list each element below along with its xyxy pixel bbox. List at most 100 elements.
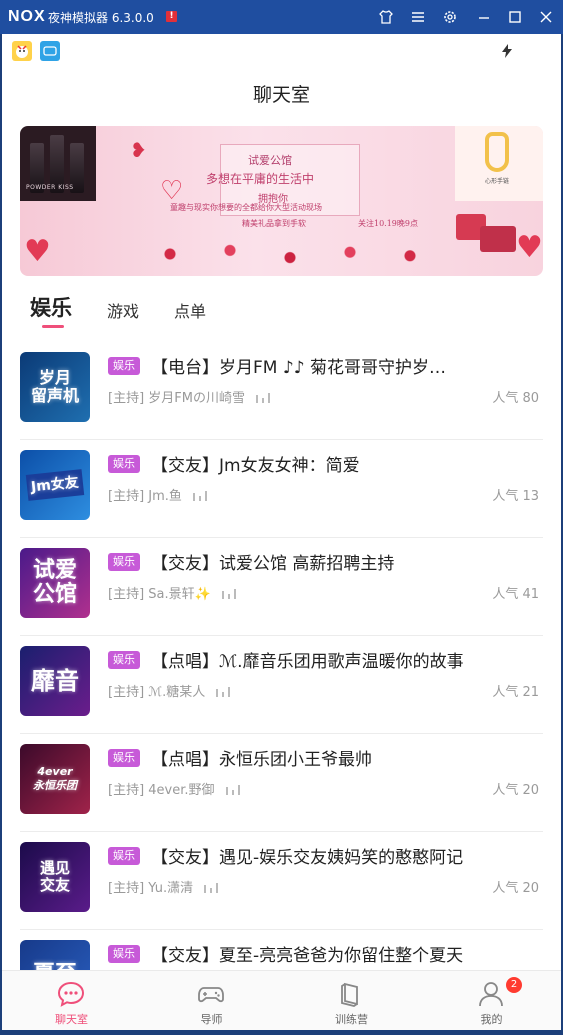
nox-logo: NOX <box>8 8 46 25</box>
maximize-icon[interactable] <box>505 7 525 27</box>
room-cover-image: 遇见 交友 <box>20 842 90 912</box>
room-item[interactable]: 试爱 公馆 娱乐 【交友】试爱公馆 高薪招聘主持 [主持] Sa.景轩✨ 人气 … <box>2 538 561 636</box>
book-icon <box>336 979 366 1009</box>
room-tag: 娱乐 <box>108 357 140 375</box>
signal-bars-icon <box>192 489 208 505</box>
room-cover-text: 遇见 交友 <box>39 859 70 894</box>
perfume-image: POWDER KISS <box>20 126 96 201</box>
gamepad-icon <box>196 979 226 1009</box>
room-cover-text: Jm女友 <box>25 469 85 501</box>
room-popularity: 人气 80 <box>492 391 539 406</box>
signal-bars-icon <box>225 783 241 799</box>
room-host: [主持] 岁月FMの川崎雪 <box>108 387 271 407</box>
room-cover-image: Jm女友 <box>20 450 90 520</box>
banner-line: 多想在平庸的生活中 <box>206 172 315 186</box>
room-tag: 娱乐 <box>108 553 140 571</box>
room-host: [主持] Jm.鱼 <box>108 485 208 505</box>
room-tag: 娱乐 <box>108 651 140 669</box>
room-item[interactable]: Jm女友 娱乐 【交友】Jm女友女神：简爱 [主持] Jm.鱼 人气 13 <box>2 440 561 538</box>
room-host-text: [主持] Yu.潇清 <box>108 881 194 896</box>
minimize-icon[interactable] <box>474 7 494 27</box>
settings-icon[interactable] <box>440 7 460 27</box>
room-item[interactable]: 4ever 永恒乐团 娱乐 【点唱】永恒乐团小王爷最帅 [主持] 4ever.野… <box>2 734 561 832</box>
bracelet-label: 心形手链 <box>485 178 510 185</box>
room-cover-text: 靡音 <box>31 667 79 695</box>
room-cover-image: 4ever 永恒乐团 <box>20 744 90 814</box>
room-item[interactable]: 遇见 交友 娱乐 【交友】遇见-娱乐交友姨妈笑的憨憨阿记 [主持] Yu.潇清 … <box>2 832 561 930</box>
room-popularity: 人气 41 <box>492 587 539 602</box>
chat-icon <box>56 979 86 1009</box>
room-title: 【点唱】ℳ.靡音乐团用歌声温暖你的故事 <box>151 652 464 672</box>
room-host-text: [主持] Jm.鱼 <box>108 489 182 504</box>
banner-title: 试爱公馆 <box>248 154 292 167</box>
room-title: 【交友】试爱公馆 高薪招聘主持 <box>151 554 395 574</box>
notification-badge: 2 <box>506 977 522 993</box>
heart-decoration: ♡ <box>160 176 184 206</box>
status-bar <box>2 34 561 64</box>
room-cover-text: 试爱 公馆 <box>32 558 77 607</box>
room-cover-image: 岁月 留声机 <box>20 352 90 422</box>
room-cover-image: 试爱 公馆 <box>20 548 90 618</box>
room-cover-text: 4ever 永恒乐团 <box>33 765 77 792</box>
signal-bars-icon <box>203 881 219 897</box>
room-host: [主持] ℳ.糖某人 <box>108 681 231 701</box>
menu-icon[interactable] <box>408 7 428 27</box>
room-tag: 娱乐 <box>108 945 140 963</box>
room-host: [主持] Yu.潇清 <box>108 877 219 897</box>
tab-entertainment[interactable]: 娱乐 <box>30 292 72 322</box>
room-item[interactable]: 岁月 留声机 娱乐 【电台】岁月FM ♪♪ 菊花哥哥守护岁… [主持] 岁月FM… <box>2 342 561 440</box>
emulator-titlebar: NOX 夜神模拟器 6.3.0.0 ! <box>0 0 563 34</box>
tab-order[interactable]: 点单 <box>174 298 206 322</box>
nav-profile[interactable]: 2 我的 <box>422 971 561 1030</box>
banner-line: 关注10.19晚9点 <box>358 219 418 228</box>
nav-chat-room[interactable]: 聊天室 <box>2 971 141 1030</box>
flash-icon <box>501 43 513 62</box>
nav-label: 导师 <box>200 1013 223 1026</box>
room-host-text: [主持] Sa.景轩✨ <box>108 587 211 602</box>
room-popularity: 人气 20 <box>492 783 539 798</box>
gift-box <box>480 226 516 252</box>
room-host-text: [主持] 4ever.野御 <box>108 783 215 798</box>
room-popularity: 人气 20 <box>492 881 539 896</box>
tab-active-indicator <box>42 325 64 328</box>
signal-bars-icon <box>255 391 271 407</box>
profile-icon <box>476 979 506 1009</box>
room-cover-image: 靡音 <box>20 646 90 716</box>
theme-icon[interactable] <box>376 7 396 27</box>
room-title: 【交友】遇见-娱乐交友姨妈笑的憨憨阿记 <box>151 848 464 868</box>
tab-games[interactable]: 游戏 <box>107 298 139 322</box>
nav-label: 聊天室 <box>55 1013 88 1026</box>
signal-bars-icon <box>221 587 237 603</box>
room-host-text: [主持] 岁月FMの川崎雪 <box>108 391 245 406</box>
room-title: 【交友】夏至-亮亮爸爸为你留住整个夏天 <box>151 946 464 966</box>
bracelet-image: 心形手链 <box>455 126 543 201</box>
banner-line: 精美礼品拿到手软 <box>242 219 306 228</box>
room-title: 【点唱】永恒乐团小王爷最帅 <box>151 750 372 770</box>
room-host: [主持] 4ever.野御 <box>108 779 241 799</box>
room-cover-text: 岁月 留声机 <box>30 368 79 405</box>
phone-screen: 聊天室 POWDER KISS 试爱公馆 多想在平庸的生活中 拥抱你 童趣与现实… <box>2 34 561 1030</box>
signal-bars-icon <box>215 685 231 701</box>
nav-label: 训练营 <box>335 1013 368 1026</box>
room-item[interactable]: 靡音 娱乐 【点唱】ℳ.靡音乐团用歌声温暖你的故事 [主持] ℳ.糖某人 人气 … <box>2 636 561 734</box>
bottom-nav: 聊天室 导师 训练营 2 我的 <box>2 970 561 1030</box>
perfume-label: POWDER KISS <box>26 184 74 191</box>
nav-training-camp[interactable]: 训练营 <box>282 971 421 1030</box>
room-title: 【交友】Jm女友女神：简爱 <box>151 456 360 476</box>
room-host: [主持] Sa.景轩✨ <box>108 583 237 603</box>
roses-decoration <box>140 236 440 272</box>
nav-label: 我的 <box>480 1013 503 1026</box>
room-title: 【电台】岁月FM ♪♪ 菊花哥哥守护岁… <box>151 358 446 378</box>
room-tag: 娱乐 <box>108 455 140 473</box>
room-host-text: [主持] ℳ.糖某人 <box>108 685 206 700</box>
page-title: 聊天室 <box>252 84 310 106</box>
promo-banner[interactable]: POWDER KISS 试爱公馆 多想在平庸的生活中 拥抱你 童趣与现实你想要的… <box>20 126 543 276</box>
emulator-title: 夜神模拟器 6.3.0.0 <box>48 11 154 25</box>
alert-icon[interactable]: ! <box>166 11 177 22</box>
nav-mentor[interactable]: 导师 <box>142 971 281 1030</box>
close-icon[interactable] <box>536 7 556 27</box>
room-tag: 娱乐 <box>108 847 140 865</box>
heart-decoration: ♥ <box>24 234 51 269</box>
room-tag: 娱乐 <box>108 749 140 767</box>
room-popularity: 人气 21 <box>492 685 539 700</box>
